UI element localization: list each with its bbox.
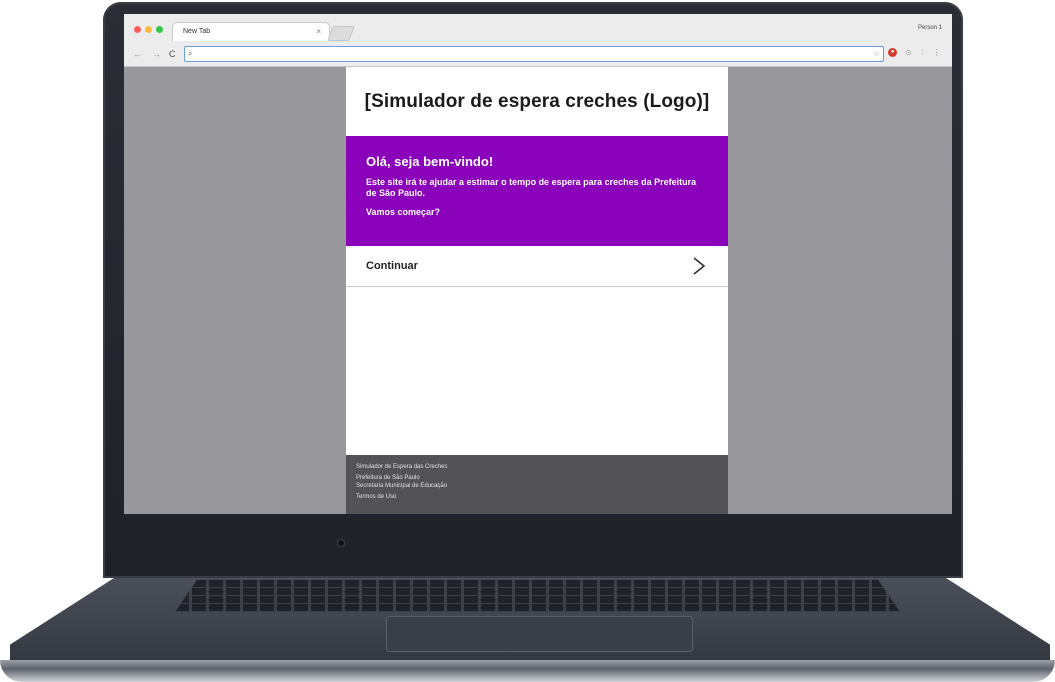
- footer-title: Simulador de Espera das Creches: [356, 464, 448, 470]
- maximize-window-button[interactable]: [156, 26, 163, 33]
- continue-button[interactable]: Continuar: [346, 246, 728, 287]
- search-icon: ⌕: [188, 49, 193, 58]
- laptop-mockup: New Tab × Person 1 ← → C ⌕ ☆ ● ⊙ ⁝ ⋮ [Si…: [0, 0, 1055, 682]
- profile-name[interactable]: Person 1: [918, 25, 942, 31]
- browser-tab[interactable]: New Tab ×: [172, 22, 330, 41]
- trackpad: [386, 616, 693, 652]
- keyboard-rows: [175, 580, 900, 612]
- extension-red-icon[interactable]: ●: [888, 48, 897, 57]
- site-logo[interactable]: [Simulador de espera creches (Logo)]: [365, 91, 710, 113]
- bookmark-star-icon[interactable]: ☆: [873, 48, 880, 59]
- browser-menu-icon[interactable]: ⋮: [932, 48, 941, 57]
- close-window-button[interactable]: [134, 26, 141, 33]
- browser-window: New Tab × Person 1 ← → C ⌕ ☆ ● ⊙ ⁝ ⋮ [Si…: [124, 14, 952, 514]
- welcome-banner: Olá, seja bem-vindo! Este site irá te aj…: [346, 136, 728, 246]
- reload-icon[interactable]: C: [169, 49, 176, 59]
- footer-link-secretaria[interactable]: Secretaria Municipal de Educação: [356, 482, 718, 490]
- address-bar[interactable]: ⌕ ☆: [184, 46, 884, 62]
- webcam: [338, 540, 344, 546]
- address-input[interactable]: [200, 48, 860, 60]
- continue-label: Continuar: [366, 260, 418, 272]
- footer-link-prefeitura[interactable]: Prefeitura de São Paulo: [356, 474, 718, 482]
- extension-icon-secondary[interactable]: ⁝: [918, 48, 927, 57]
- laptop-front-edge: [0, 660, 1055, 682]
- tab-close-icon[interactable]: ×: [316, 23, 321, 41]
- welcome-text: Este site irá te ajudar a estimar o temp…: [366, 177, 697, 198]
- new-tab-button[interactable]: [327, 26, 355, 41]
- page-header: [Simulador de espera creches (Logo)]: [346, 67, 728, 136]
- minimize-window-button[interactable]: [145, 26, 152, 33]
- extension-icon[interactable]: ⊙: [904, 48, 913, 57]
- back-icon[interactable]: ←: [133, 49, 142, 59]
- web-page: [Simulador de espera creches (Logo)] Olá…: [346, 67, 728, 514]
- welcome-title: Olá, seja bem-vindo!: [366, 154, 494, 169]
- page-footer: Simulador de Espera das Creches Prefeitu…: [346, 455, 728, 514]
- chevron-right-icon: [693, 257, 706, 275]
- tab-title: New Tab: [183, 28, 211, 35]
- footer-link-terms[interactable]: Termos de Uso: [356, 493, 718, 501]
- forward-icon[interactable]: →: [152, 49, 161, 59]
- welcome-cta: Vamos começar?: [366, 207, 441, 217]
- browser-toolbar: New Tab × Person 1 ← → C ⌕ ☆ ● ⊙ ⁝ ⋮: [124, 14, 952, 67]
